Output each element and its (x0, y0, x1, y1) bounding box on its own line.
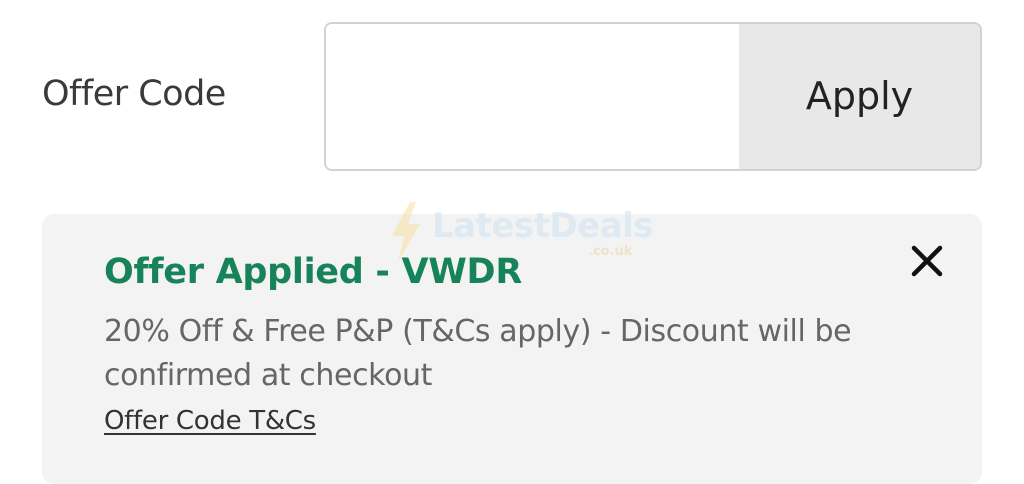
offer-code-box: Apply (324, 22, 982, 171)
close-button[interactable] (906, 240, 948, 282)
watermark: LatestDeals .co.uk (388, 200, 654, 270)
offer-terms-link[interactable]: Offer Code T&Cs (104, 406, 316, 436)
close-icon (911, 245, 943, 277)
offer-code-row: Offer Code Apply (0, 0, 1024, 200)
watermark-text: LatestDeals (432, 206, 654, 246)
offer-code-label: Offer Code (42, 74, 226, 114)
watermark-sub: .co.uk (588, 244, 633, 259)
apply-button[interactable]: Apply (739, 24, 980, 169)
offer-code-input[interactable] (326, 24, 739, 169)
lightning-icon (392, 202, 420, 262)
offer-applied-description: 20% Off & Free P&P (T&Cs apply) - Discou… (104, 314, 852, 393)
